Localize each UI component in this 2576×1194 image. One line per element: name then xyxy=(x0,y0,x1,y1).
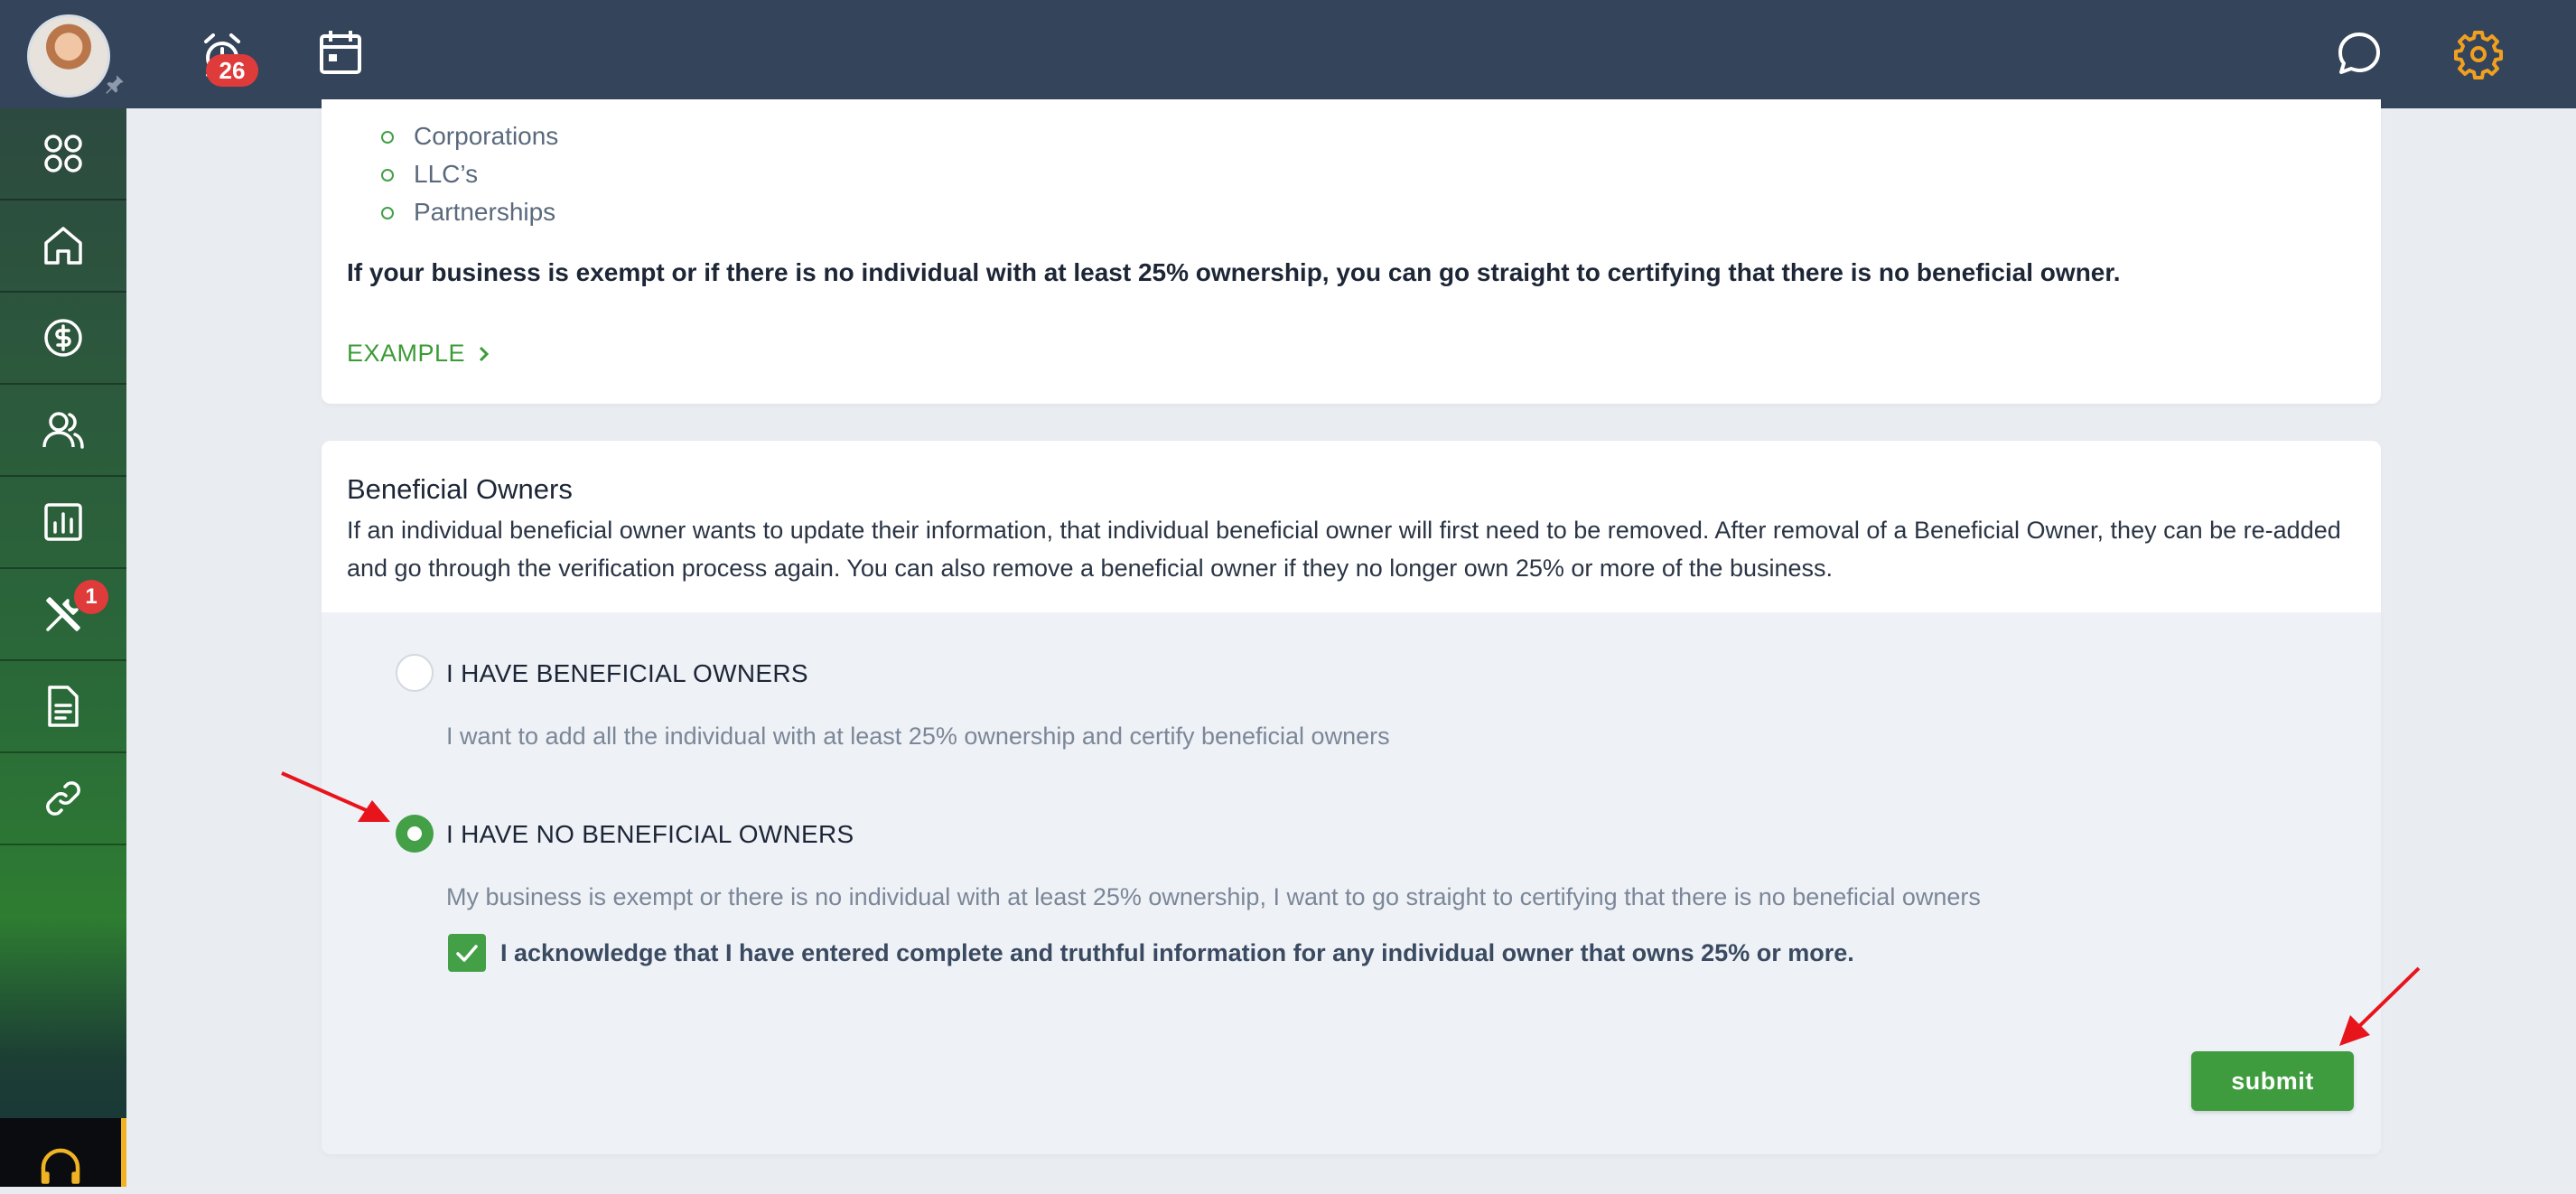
report-chart-icon xyxy=(44,503,82,541)
exempt-entities-card: Corporations LLC’s Partnerships If your … xyxy=(322,99,2381,404)
annotation-arrow-icon xyxy=(2339,966,2421,1046)
example-link[interactable]: EXAMPLE xyxy=(347,340,490,368)
calendar-icon[interactable] xyxy=(314,27,369,81)
users-icon xyxy=(42,412,84,449)
top-bar: 26 xyxy=(0,0,2576,108)
have-owners-radio[interactable] xyxy=(396,654,434,692)
no-owners-description: My business is exempt or there is no ind… xyxy=(446,883,1981,910)
have-owners-label[interactable]: I HAVE BENEFICIAL OWNERS xyxy=(446,659,808,688)
sidebar-item-links[interactable] xyxy=(0,753,126,845)
chat-icon[interactable] xyxy=(2332,27,2386,81)
sidebar: 1 xyxy=(0,108,126,1187)
avatar[interactable] xyxy=(27,14,110,98)
sidebar-item-documents[interactable] xyxy=(0,661,126,753)
gear-icon[interactable] xyxy=(2451,27,2506,81)
chevron-right-icon xyxy=(480,346,490,362)
annotation-arrow-icon xyxy=(281,771,390,822)
tools-count-badge: 1 xyxy=(74,580,108,614)
list-item: Partnerships xyxy=(381,193,558,231)
have-owners-description: I want to add all the individual with at… xyxy=(446,723,1390,750)
beneficial-owners-card: Beneficial Owners If an individual benef… xyxy=(322,441,2381,1154)
exempt-note: If your business is exempt or if there i… xyxy=(347,258,2121,286)
acknowledge-checkbox[interactable] xyxy=(448,934,486,972)
submit-button[interactable]: submit xyxy=(2191,1051,2354,1111)
section-description: If an individual beneficial owner wants … xyxy=(347,517,2341,582)
sidebar-item-reports[interactable] xyxy=(0,477,126,569)
no-owners-radio[interactable] xyxy=(396,815,434,853)
sidebar-item-users[interactable] xyxy=(0,385,126,477)
section-title: Beneficial Owners xyxy=(347,473,573,505)
owner-options-panel: I HAVE BENEFICIAL OWNERS I want to add a… xyxy=(322,612,2381,1154)
alarm-count-badge: 26 xyxy=(206,54,258,87)
sidebar-item-payments[interactable] xyxy=(0,293,126,385)
acknowledge-label[interactable]: I acknowledge that I have entered comple… xyxy=(500,939,1854,967)
no-owners-label[interactable]: I HAVE NO BENEFICIAL OWNERS xyxy=(446,820,854,849)
support-button[interactable] xyxy=(0,1118,126,1187)
list-item: Corporations xyxy=(381,117,558,155)
dollar-icon xyxy=(44,319,82,357)
example-link-label: EXAMPLE xyxy=(347,340,466,367)
list-item: LLC’s xyxy=(381,155,558,193)
home-icon xyxy=(44,227,82,265)
exempt-entity-list: Corporations LLC’s Partnerships xyxy=(381,117,558,231)
apps-grid-icon xyxy=(44,135,82,173)
sidebar-item-home[interactable] xyxy=(0,201,126,293)
pin-icon[interactable] xyxy=(103,72,126,96)
sidebar-item-apps[interactable] xyxy=(0,108,126,201)
sidebar-item-tools[interactable]: 1 xyxy=(0,569,126,661)
link-icon xyxy=(46,781,80,816)
checkmark-icon xyxy=(456,945,478,962)
document-icon xyxy=(48,686,79,727)
